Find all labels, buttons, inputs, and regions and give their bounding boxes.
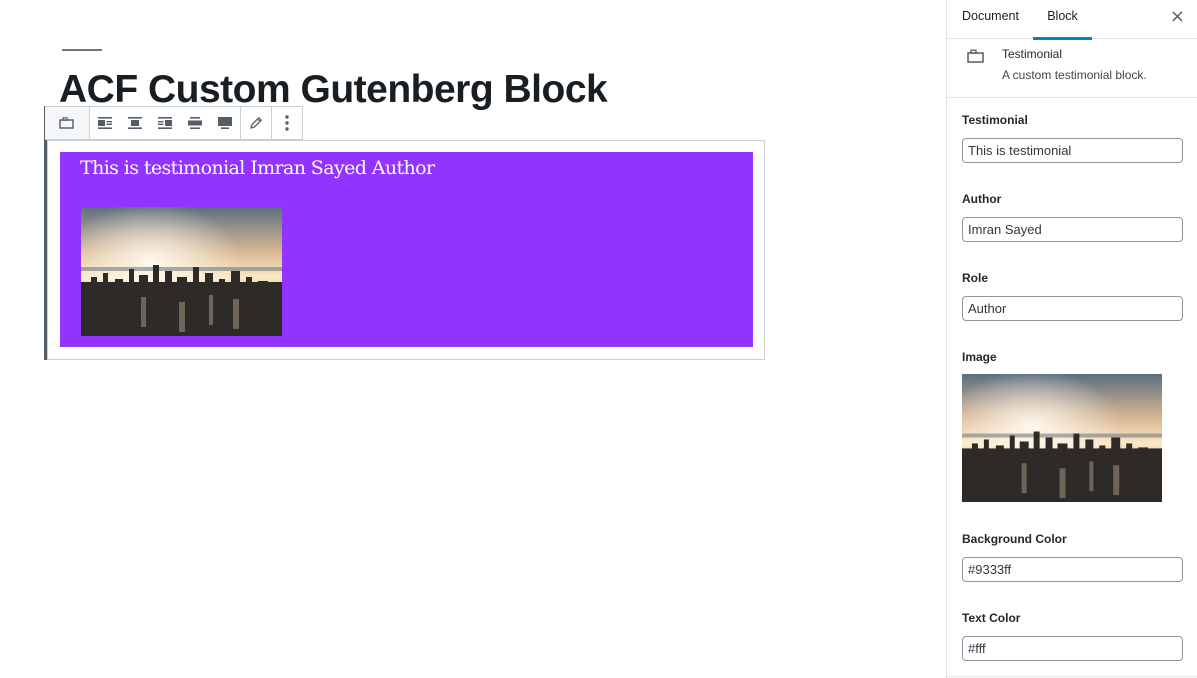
wide-width-button[interactable] xyxy=(180,107,210,139)
block-card-description: A custom testimonial block. xyxy=(1002,68,1147,82)
block-type-group xyxy=(45,107,89,139)
text-color-field-label: Text Color xyxy=(962,611,1021,625)
align-left-button[interactable] xyxy=(90,107,120,139)
role-field[interactable]: Author xyxy=(962,296,1183,321)
alignment-group xyxy=(89,107,240,139)
switch-to-edit-button[interactable] xyxy=(241,107,271,139)
author-field-label: Author xyxy=(962,192,1002,206)
sidebar-divider xyxy=(947,676,1197,677)
block-type-icon xyxy=(59,117,74,129)
testimonial-preview[interactable]: This is testimonial Imran Sayed Author xyxy=(60,152,753,347)
close-icon[interactable]: × xyxy=(1170,8,1185,26)
align-right-button[interactable] xyxy=(150,107,180,139)
align-center-icon xyxy=(128,117,142,129)
edit-group xyxy=(240,107,271,139)
wide-width-icon xyxy=(188,117,202,129)
testimonial-image xyxy=(81,207,282,336)
block-type-icon xyxy=(967,49,984,63)
block-type-button[interactable] xyxy=(45,107,89,139)
align-right-icon xyxy=(158,117,172,129)
block-card-title: Testimonial xyxy=(1002,47,1063,61)
testimonial-field-label: Testimonial xyxy=(962,113,1028,127)
settings-sidebar: Document Block × Testimonial A custom te… xyxy=(946,0,1197,678)
sidebar-tabs: Document Block × xyxy=(947,0,1197,40)
tab-block[interactable]: Block xyxy=(1033,0,1092,40)
align-center-button[interactable] xyxy=(120,107,150,139)
full-width-button[interactable] xyxy=(210,107,240,139)
tab-document[interactable]: Document xyxy=(962,0,1019,39)
title-separator xyxy=(62,49,102,51)
image-field-preview[interactable] xyxy=(962,374,1162,502)
align-left-icon xyxy=(98,117,112,129)
block-card: Testimonial A custom testimonial block. xyxy=(947,39,1197,98)
block-toolbar xyxy=(45,106,303,140)
testimonial-field[interactable]: This is testimonial xyxy=(962,138,1183,163)
role-field-label: Role xyxy=(962,271,989,285)
edit-pencil-icon xyxy=(250,117,262,129)
background-color-field[interactable]: #9333ff xyxy=(962,557,1183,582)
more-group xyxy=(271,107,302,139)
author-field[interactable]: Imran Sayed xyxy=(962,217,1183,242)
testimonial-text: This is testimonial Imran Sayed Author xyxy=(80,157,435,179)
more-options-icon xyxy=(285,115,289,131)
background-color-field-label: Background Color xyxy=(962,532,1067,546)
image-field-label: Image xyxy=(962,350,997,364)
editor-canvas: ACF Custom Gutenberg Block This is testi… xyxy=(0,0,946,678)
full-width-icon xyxy=(218,117,232,129)
text-color-field[interactable]: #fff xyxy=(962,636,1183,661)
more-options-button[interactable] xyxy=(272,107,302,139)
